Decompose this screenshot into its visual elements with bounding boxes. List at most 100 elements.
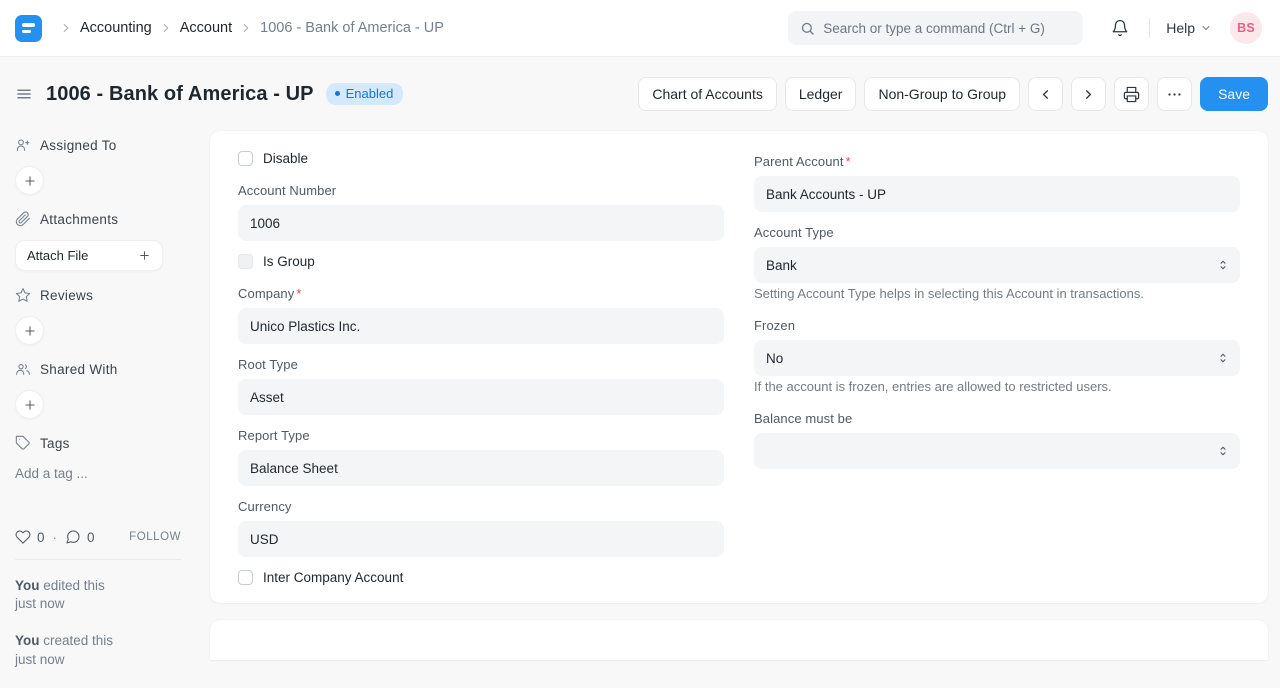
inter-company-checkbox[interactable] [238,570,253,585]
chevron-left-icon [1038,87,1053,102]
parent-account-label: Parent Account* [754,154,1240,169]
account-type-help: Setting Account Type helps in selecting … [754,285,1240,303]
reviews-section: Reviews [15,287,185,345]
breadcrumb-accounting[interactable]: Accounting [80,20,152,36]
star-icon [15,287,31,303]
tags-header: Tags [15,435,185,451]
balance-must-be-field: Balance must be [754,411,1240,469]
parent-account-input[interactable] [754,176,1240,212]
select-chevrons-icon [1217,258,1229,272]
next-document-button[interactable] [1071,77,1106,111]
frozen-field: Frozen No [754,318,1240,376]
currency-label: Currency [238,499,724,514]
account-type-field: Account Type Bank [754,225,1240,283]
page-actions: Chart of Accounts Ledger Non-Group to Gr… [638,77,1268,111]
created-user: You [15,633,40,648]
chevron-right-icon [1081,87,1096,102]
breadcrumb: Accounting Account 1006 - Bank of Americ… [52,20,444,36]
edited-user: You [15,578,40,593]
printer-icon [1123,86,1140,103]
root-type-label: Root Type [238,357,724,372]
shared-with-label: Shared With [40,362,118,377]
report-type-label: Report Type [238,428,724,443]
save-button[interactable]: Save [1200,77,1268,111]
help-label: Help [1166,20,1195,36]
add-tag-input[interactable]: Add a tag ... [15,464,185,483]
follow-button[interactable]: FOLLOW [129,531,181,543]
assigned-to-section: Assigned To [15,137,185,195]
heart-icon [15,529,31,545]
app-logo-icon[interactable] [15,15,42,42]
frozen-help: If the account is frozen, entries are al… [754,378,1240,396]
account-form-card: Disable Account Number Is Group Company * [210,131,1268,603]
non-group-to-group-button[interactable]: Non-Group to Group [864,77,1020,111]
form-grid: Disable Account Number Is Group Company * [238,148,1240,591]
user-avatar[interactable]: BS [1230,12,1262,44]
ellipsis-icon [1166,86,1183,103]
account-number-label: Account Number [238,183,724,198]
report-type-input[interactable] [238,450,724,486]
is-group-checkbox[interactable] [238,254,253,269]
assigned-to-header: Assigned To [15,137,185,153]
search-icon [800,21,815,36]
plus-icon [23,174,37,188]
print-button[interactable] [1114,77,1149,111]
menu-dots-button[interactable] [1157,77,1192,111]
root-type-input[interactable] [238,379,724,415]
edited-timeline-item: You edited this just now [15,577,181,613]
select-chevrons-icon [1217,444,1229,458]
add-review-button[interactable] [15,316,44,345]
notifications-bell-icon[interactable] [1097,11,1143,45]
edited-action: edited this [43,578,105,593]
inter-company-checkbox-row[interactable]: Inter Company Account [238,570,724,585]
users-icon [15,361,31,377]
status-dot-icon [335,91,340,96]
breadcrumb-current-doc[interactable]: 1006 - Bank of America - UP [260,20,444,36]
frozen-select[interactable]: No [754,340,1240,376]
page-head: 1006 - Bank of America - UP Enabled Char… [0,57,1280,131]
navbar-divider [1149,18,1150,38]
chart-of-accounts-button[interactable]: Chart of Accounts [638,77,777,111]
disable-checkbox-row[interactable]: Disable [238,151,724,166]
created-action: created this [43,633,113,648]
parent-account-label-text: Parent Account [754,154,844,169]
is-group-checkbox-row: Is Group [238,254,724,269]
paperclip-icon [15,211,31,227]
attach-file-button[interactable]: Attach File [15,240,163,271]
comment-count: 0 [87,530,95,545]
company-input[interactable] [238,308,724,344]
form-sidebar: Assigned To Attachments Attach File [0,131,210,688]
reviews-header: Reviews [15,287,185,303]
add-assignment-button[interactable] [15,166,44,195]
attachments-header: Attachments [15,211,185,227]
likes-row: 0 · 0 FOLLOW [15,529,181,545]
comment-icon [65,529,81,545]
form-column-left: Disable Account Number Is Group Company* [238,148,724,591]
disable-checkbox[interactable] [238,151,253,166]
required-asterisk: * [846,154,851,169]
frozen-value: No [766,351,783,366]
likes-separator: · [53,530,58,545]
ledger-button[interactable]: Ledger [785,77,857,111]
account-type-select[interactable]: Bank [754,247,1240,283]
add-share-button[interactable] [15,390,44,419]
account-number-input[interactable] [238,205,724,241]
prev-document-button[interactable] [1028,77,1063,111]
chevron-down-icon [1200,22,1212,34]
global-search-input[interactable]: Search or type a command (Ctrl + G) [788,11,1083,45]
inter-company-label: Inter Company Account [263,570,403,585]
company-label-text: Company [238,286,294,301]
comments-button[interactable]: 0 [65,529,95,545]
parent-account-field: Parent Account* [754,154,1240,212]
like-button[interactable]: 0 [15,529,45,545]
help-menu[interactable]: Help [1156,12,1222,44]
root-type-field: Root Type [238,357,724,415]
balance-must-be-select[interactable] [754,433,1240,469]
search-placeholder: Search or type a command (Ctrl + G) [823,21,1045,36]
is-group-label: Is Group [263,254,315,269]
currency-field: Currency [238,499,724,557]
frozen-label: Frozen [754,318,1240,333]
breadcrumb-account[interactable]: Account [180,20,232,36]
sidebar-toggle-icon[interactable] [15,85,33,103]
currency-input[interactable] [238,521,724,557]
